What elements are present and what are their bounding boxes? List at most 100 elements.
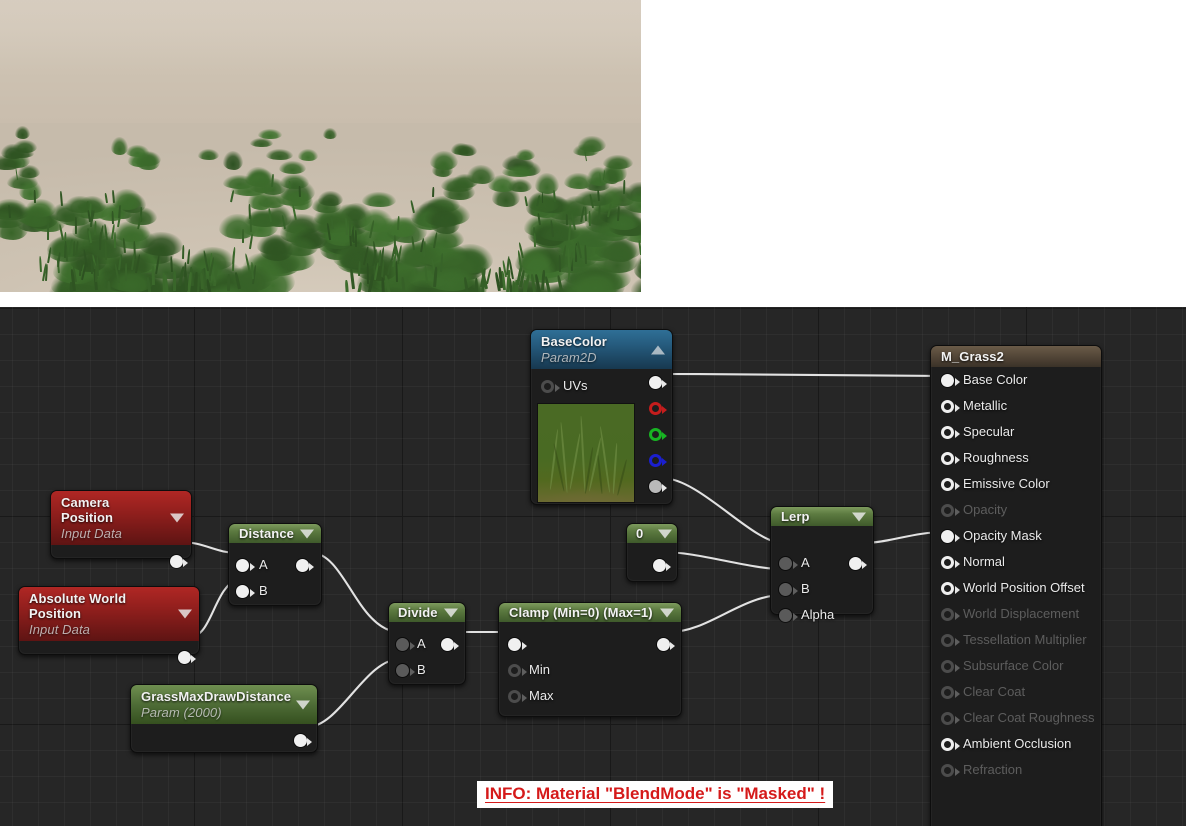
chevron-down-icon[interactable] <box>296 700 310 709</box>
output-pin[interactable] <box>441 638 454 651</box>
node-constant-zero[interactable]: 0 <box>626 523 678 582</box>
output-arrow-icon <box>309 563 314 571</box>
material-input-pin[interactable] <box>941 686 954 699</box>
chevron-down-icon[interactable] <box>658 529 672 538</box>
output-pin[interactable] <box>653 559 666 572</box>
material-input-pin[interactable] <box>941 712 954 725</box>
material-input-label: Subsurface Color <box>963 658 1064 673</box>
material-input-pin[interactable] <box>941 582 954 595</box>
node-camera-position[interactable]: Camera Position Input Data <box>50 490 192 568</box>
material-input-arrow-icon <box>955 560 960 568</box>
output-arrow-icon <box>666 563 671 571</box>
material-input-pin[interactable] <box>941 400 954 413</box>
material-input-pin[interactable] <box>941 478 954 491</box>
pin-label-a: A <box>259 557 268 572</box>
output-pin-rgb[interactable] <box>649 376 662 389</box>
chevron-down-icon[interactable] <box>170 513 184 523</box>
chevron-up-icon[interactable] <box>651 345 665 354</box>
material-input-pin[interactable] <box>941 738 954 751</box>
output-arrow-icon <box>862 561 867 569</box>
input-arrow-icon <box>793 587 798 595</box>
node-header: 0 <box>627 524 677 543</box>
material-input-pin[interactable] <box>941 660 954 673</box>
node-subtitle: Input Data <box>29 622 90 637</box>
output-arrow-icon <box>191 655 196 663</box>
horizon-haze <box>0 0 641 292</box>
material-input-arrow-icon <box>955 716 960 724</box>
input-pin-a[interactable] <box>396 638 409 651</box>
node-clamp[interactable]: Clamp (Min=0) (Max=1) Min Max <box>498 602 682 717</box>
material-input-arrow-icon <box>955 690 960 698</box>
material-input-arrow-icon <box>955 638 960 646</box>
input-pin-a[interactable] <box>236 559 249 572</box>
node-base-color-param[interactable]: BaseColor Param2D UVs <box>530 329 673 505</box>
output-pin-r[interactable] <box>649 402 662 415</box>
output-pin[interactable] <box>296 559 309 572</box>
output-pin[interactable] <box>849 557 862 570</box>
texture-preview <box>537 403 635 503</box>
node-header: Lerp <box>771 507 873 526</box>
viewport-render <box>0 0 641 292</box>
output-pin[interactable] <box>170 555 183 568</box>
node-subtitle: Param2D <box>541 350 597 365</box>
input-pin-alpha[interactable] <box>779 609 792 622</box>
material-input-pin[interactable] <box>941 634 954 647</box>
input-arrow-icon <box>793 561 798 569</box>
chevron-down-icon[interactable] <box>300 529 314 538</box>
input-pin-a[interactable] <box>779 557 792 570</box>
node-distance[interactable]: Distance A B <box>228 523 322 606</box>
input-pin-max[interactable] <box>508 690 521 703</box>
material-input-arrow-icon <box>955 482 960 490</box>
node-absolute-world-position[interactable]: Absolute World Position Input Data <box>18 586 200 664</box>
material-input-label: Emissive Color <box>963 476 1050 491</box>
input-pin-value[interactable] <box>508 638 521 651</box>
material-input-label: Specular <box>963 424 1015 439</box>
node-title: Clamp (Min=0) (Max=1) <box>509 605 653 620</box>
material-input-arrow-icon <box>955 430 960 438</box>
output-pin-a[interactable] <box>649 480 662 493</box>
material-input-pin[interactable] <box>941 504 954 517</box>
chevron-down-icon[interactable] <box>660 608 674 617</box>
output-pin-b[interactable] <box>649 454 662 467</box>
material-node-graph[interactable]: Camera Position Input Data Absolute Worl… <box>0 307 1186 826</box>
input-arrow-icon <box>410 668 415 676</box>
node-body: UVs <box>531 369 672 503</box>
material-input-pin[interactable] <box>941 530 954 543</box>
node-subtitle: Input Data <box>61 526 122 541</box>
node-grass-max-draw-distance[interactable]: GrassMaxDrawDistance Param (2000) <box>130 684 318 753</box>
material-input-pin[interactable] <box>941 426 954 439</box>
input-pin-b[interactable] <box>779 583 792 596</box>
output-pin[interactable] <box>294 734 307 747</box>
input-pin-b[interactable] <box>396 664 409 677</box>
info-banner: INFO: Material "BlendMode" is "Masked" ! <box>477 781 834 808</box>
node-material-output[interactable]: M_Grass2 Base Color Metallic Specular Rough… <box>930 345 1102 826</box>
node-divide[interactable]: Divide A B <box>388 602 466 685</box>
input-pin-min[interactable] <box>508 664 521 677</box>
node-lerp[interactable]: Lerp A B Alpha <box>770 506 874 622</box>
input-pin-b[interactable] <box>236 585 249 598</box>
node-header: Clamp (Min=0) (Max=1) <box>499 603 681 622</box>
output-pin[interactable] <box>178 651 191 664</box>
pin-label-uvs: UVs <box>563 378 588 393</box>
output-arrow-icon <box>670 642 675 650</box>
pin-label-a: A <box>417 636 426 651</box>
material-input-arrow-icon <box>955 612 960 620</box>
material-input-arrow-icon <box>955 534 960 542</box>
node-header: Camera Position Input Data <box>51 491 191 545</box>
pin-label-max: Max <box>529 688 554 703</box>
chevron-down-icon[interactable] <box>178 609 192 619</box>
chevron-down-icon[interactable] <box>852 512 866 521</box>
pin-label-b: B <box>259 583 268 598</box>
output-pin[interactable] <box>657 638 670 651</box>
material-input-pin[interactable] <box>941 764 954 777</box>
material-input-pin[interactable] <box>941 374 954 387</box>
chevron-down-icon[interactable] <box>444 608 458 617</box>
material-input-pin[interactable] <box>941 452 954 465</box>
output-pin-g[interactable] <box>649 428 662 441</box>
input-arrow-icon <box>250 589 255 597</box>
material-input-pin[interactable] <box>941 608 954 621</box>
output-arrow-icon <box>183 559 188 567</box>
material-input-pin[interactable] <box>941 556 954 569</box>
input-pin-uvs[interactable] <box>541 380 554 393</box>
material-input-arrow-icon <box>955 586 960 594</box>
